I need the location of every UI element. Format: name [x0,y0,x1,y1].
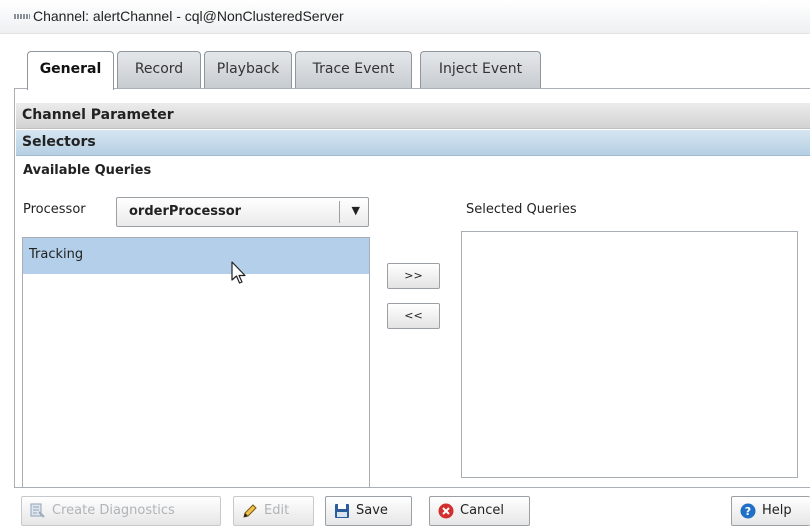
title-bar: Channel: alertChannel - cql@NonClustered… [0,0,810,34]
dropdown-divider [339,201,340,223]
drag-handle-icon[interactable] [14,14,30,19]
selected-queries-label: Selected Queries [466,202,577,217]
remove-query-button[interactable]: << [387,303,440,329]
window-title: Channel: alertChannel - cql@NonClustered… [33,8,344,24]
available-queries-list[interactable]: Tracking [22,237,370,488]
tab-trace-event[interactable]: Trace Event [295,51,412,88]
section-channel-parameter[interactable]: Channel Parameter [16,103,810,129]
footer-toolbar: Create Diagnostics Edit Save Cancel ? He… [0,488,810,531]
create-diagnostics-button[interactable]: Create Diagnostics [21,496,221,526]
save-button[interactable]: Save [325,496,412,526]
processor-label: Processor [23,202,86,217]
help-question-icon: ? [740,503,756,519]
tab-general[interactable]: General [27,51,114,90]
section-selectors[interactable]: Selectors [16,130,810,156]
svg-text:?: ? [745,505,751,518]
chevron-down-icon[interactable]: ▼ [352,204,360,217]
pencil-icon [243,504,257,518]
edit-button[interactable]: Edit [233,496,314,526]
tab-record[interactable]: Record [117,51,201,88]
help-label: Help [762,503,792,518]
mouse-cursor-icon [231,261,246,284]
available-queries-label: Available Queries [23,163,152,178]
diagnostics-icon [30,503,45,518]
tab-inject-event[interactable]: Inject Event [420,51,541,88]
processor-select-value: orderProcessor [129,204,242,219]
cancel-label: Cancel [460,503,505,518]
list-item[interactable]: Tracking [23,238,369,274]
help-button[interactable]: ? Help [731,496,810,526]
save-label: Save [356,503,388,518]
cancel-button[interactable]: Cancel [429,496,530,526]
tab-playback[interactable]: Playback [204,51,292,88]
add-query-button[interactable]: >> [387,263,440,289]
selected-queries-list[interactable] [461,231,798,478]
cancel-x-icon [438,503,454,519]
create-diagnostics-label: Create Diagnostics [52,503,175,518]
floppy-disk-icon [335,504,349,518]
edit-label: Edit [264,503,290,518]
processor-select[interactable]: orderProcessor ▼ [116,197,369,227]
